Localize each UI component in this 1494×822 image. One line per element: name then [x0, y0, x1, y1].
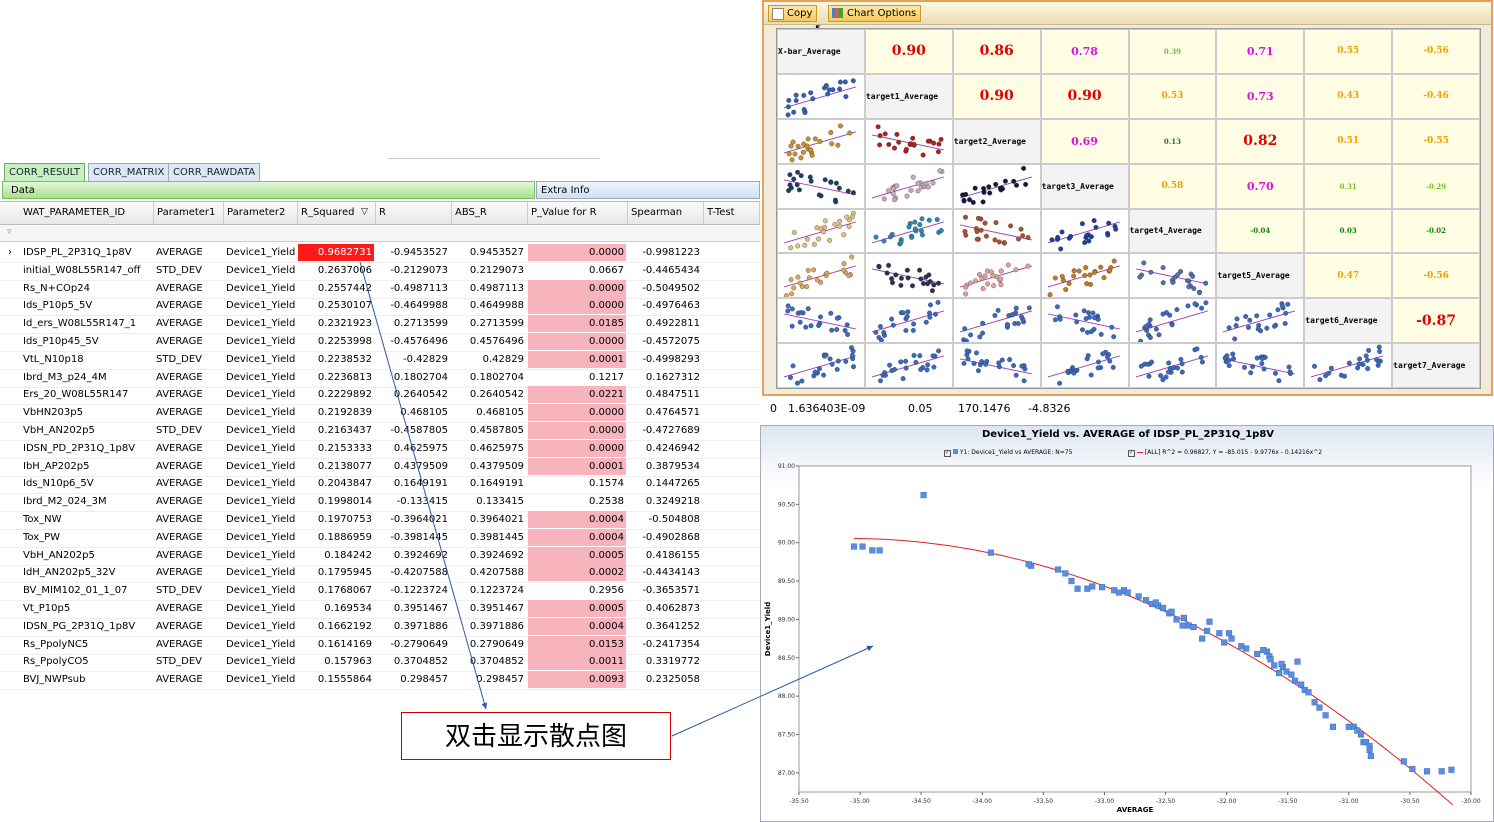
arrow-line [671, 645, 874, 737]
callout-box: 双击显示散点图 [401, 712, 671, 760]
annotation-arrows [359, 261, 874, 737]
arrow-line [359, 261, 488, 710]
